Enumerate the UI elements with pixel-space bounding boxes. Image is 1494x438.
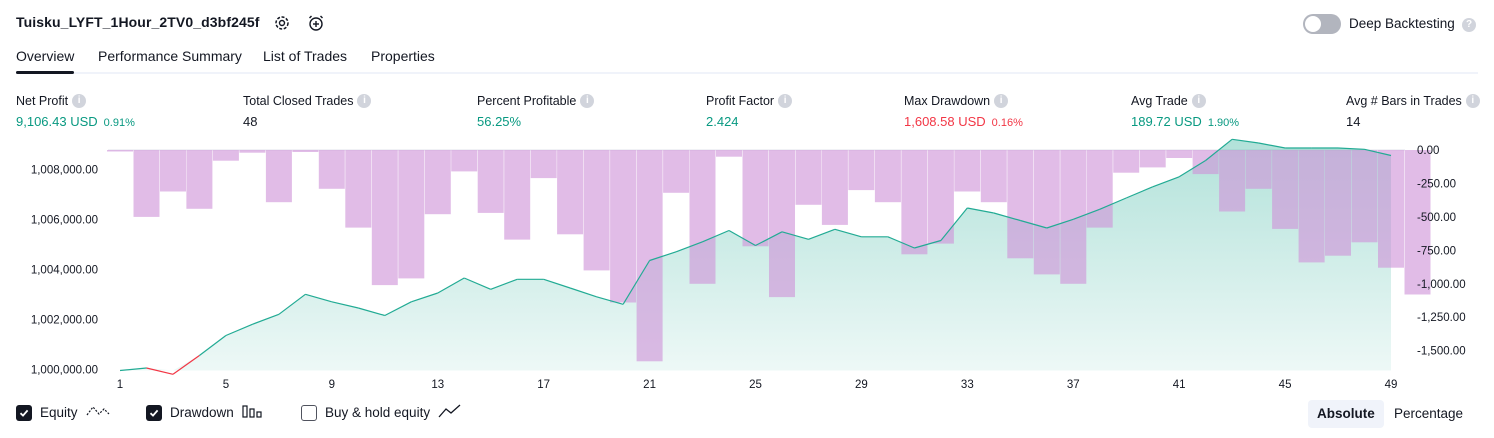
drawdown-bar	[1245, 150, 1272, 189]
y-right-tick-label: -750.00	[1417, 245, 1456, 257]
y-left-tick-label: 1,000,000.00	[31, 364, 98, 376]
drawdown-bar	[1086, 150, 1113, 228]
x-tick-label: 25	[749, 379, 762, 391]
x-tick-label: 45	[1279, 379, 1292, 391]
drawdown-bar	[107, 150, 133, 152]
buy-hold-checkbox[interactable]	[301, 404, 317, 421]
drawdown-bar	[371, 150, 398, 286]
x-tick-label: 1	[117, 379, 123, 391]
drawdown-label: Drawdown	[170, 405, 234, 420]
drawdown-bar	[716, 150, 742, 157]
drawdown-bar	[795, 150, 822, 205]
drawdown-bar	[292, 150, 319, 152]
absolute-button[interactable]: Absolute	[1308, 400, 1384, 428]
x-tick-label: 13	[431, 379, 444, 391]
drawdown-bar	[1272, 150, 1299, 229]
drawdown-bar	[980, 150, 1007, 203]
y-left-tick-label: 1,008,000.00	[31, 164, 98, 176]
equity-checkbox[interactable]	[16, 404, 32, 421]
x-tick-label: 33	[961, 379, 974, 391]
equity-drawdown-chart: 1,000,000.00 1,002,000.00 1,004,000.00 1,00…	[31, 138, 1466, 391]
drawdown-bar	[1298, 150, 1325, 263]
drawdown-bar	[1139, 150, 1166, 168]
x-tick-label: 41	[1173, 379, 1186, 391]
drawdown-bar	[1060, 150, 1087, 284]
x-tick-label: 37	[1067, 379, 1080, 391]
drawdown-bar	[610, 150, 637, 303]
drawdown-bar	[663, 150, 690, 193]
percentage-button[interactable]: Percentage	[1385, 400, 1472, 428]
drawdown-bar	[186, 150, 213, 209]
drawdown-bar	[1351, 150, 1378, 243]
line-chart-icon	[438, 403, 462, 422]
drawdown-bar	[848, 150, 875, 191]
drawdown-bar	[769, 150, 795, 298]
drawdown-bar	[424, 150, 451, 215]
x-tick-label: 21	[643, 379, 656, 391]
drawdown-bar	[1007, 150, 1034, 259]
y-right-tick-label: -1,500.00	[1417, 346, 1466, 358]
y-left-tick-label: 1,002,000.00	[31, 314, 98, 326]
drawdown-bar	[451, 150, 478, 172]
equity-label: Equity	[40, 405, 78, 420]
drawdown-bar	[1113, 150, 1140, 173]
drawdown-checkbox[interactable]	[146, 404, 162, 421]
y-right-tick-label: -250.00	[1417, 178, 1456, 190]
drawdown-bar	[954, 150, 981, 192]
drawdown-bar	[160, 150, 186, 192]
legend-buy-hold[interactable]: Buy & hold equity	[301, 403, 462, 422]
drawdown-bar	[530, 150, 557, 179]
drawdown-bar	[345, 150, 372, 228]
y-left-tick-label: 1,006,000.00	[31, 214, 98, 226]
equity-line-icon	[86, 403, 110, 422]
drawdown-bar	[133, 150, 160, 217]
drawdown-bar	[504, 150, 531, 240]
drawdown-bar	[583, 150, 610, 271]
x-tick-label: 5	[223, 379, 229, 391]
drawdown-bar	[901, 150, 928, 255]
drawdown-bar	[318, 150, 345, 189]
legend-drawdown[interactable]: Drawdown	[146, 403, 264, 422]
bar-chart-icon	[242, 403, 264, 422]
legend-equity[interactable]: Equity	[16, 403, 110, 422]
y-left-tick-label: 1,004,000.00	[31, 264, 98, 276]
drawdown-bar	[1033, 150, 1060, 275]
x-tick-label: 49	[1385, 379, 1398, 391]
drawdown-bar	[636, 150, 663, 362]
drawdown-bar	[874, 150, 901, 203]
y-right-tick-label: 0.00	[1417, 145, 1439, 157]
drawdown-bar	[398, 150, 425, 279]
drawdown-bar	[1378, 150, 1404, 268]
drawdown-bar	[557, 150, 584, 235]
drawdown-bar	[1219, 150, 1246, 212]
x-tick-label: 29	[855, 379, 868, 391]
drawdown-bar	[689, 150, 716, 284]
drawdown-bar	[239, 150, 266, 153]
y-right-tick-label: -1,250.00	[1417, 312, 1466, 324]
drawdown-bar	[265, 150, 292, 203]
x-tick-label: 17	[537, 379, 550, 391]
drawdown-bar	[742, 150, 769, 247]
buy-hold-label: Buy & hold equity	[325, 405, 431, 420]
x-tick-label: 9	[329, 379, 335, 391]
drawdown-bar	[1166, 150, 1193, 158]
y-right-tick-label: -1,000.00	[1417, 279, 1466, 291]
drawdown-bar	[212, 150, 239, 161]
y-right-tick-label: -500.00	[1417, 212, 1456, 224]
drawdown-bar	[821, 150, 848, 225]
equity-line-segment	[146, 367, 174, 375]
drawdown-bar	[477, 150, 504, 213]
drawdown-bar	[1325, 150, 1351, 256]
